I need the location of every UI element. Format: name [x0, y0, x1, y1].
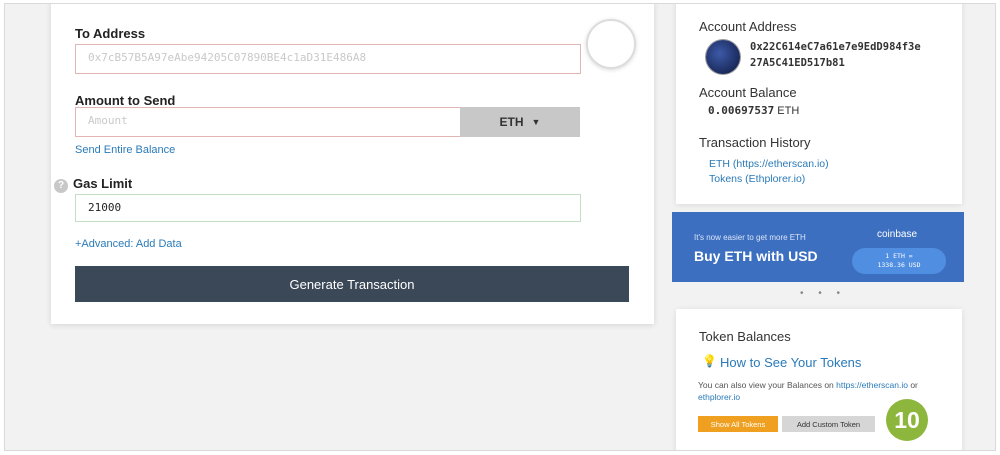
account-avatar	[706, 40, 740, 74]
address-identicon	[586, 19, 636, 69]
eth-rate-line1: 1 ETH =	[885, 252, 913, 260]
eth-rate-line2: 1338.36 USD	[877, 261, 921, 269]
account-balance-label: Account Balance	[699, 85, 797, 100]
gas-limit-input[interactable]: 21000	[75, 194, 581, 222]
account-balance-unit: ETH	[777, 105, 800, 117]
account-address-line1: 0x22C614eC7a61e7e9EdD984f3e	[750, 41, 921, 53]
send-entire-balance-link[interactable]: Send Entire Balance	[75, 144, 175, 156]
lightbulb-icon: 💡	[702, 354, 717, 368]
promo-headline: Buy ETH with USD	[694, 248, 818, 264]
how-to-see-tokens-link[interactable]: How to See Your Tokens	[720, 355, 861, 370]
coinbase-logo: coinbase	[877, 229, 918, 240]
account-address-label: Account Address	[699, 19, 797, 34]
generate-transaction-label: Generate Transaction	[289, 276, 415, 292]
etherscan-link[interactable]: https://etherscan.io	[836, 380, 908, 390]
transaction-history-label: Transaction History	[699, 135, 811, 150]
help-icon[interactable]: ?	[54, 179, 68, 193]
coinbase-promo-banner[interactable]: It's now easier to get more ETH Buy ETH …	[672, 212, 964, 282]
account-balance-value: 0.00697537	[708, 104, 775, 117]
gas-limit-label: Gas Limit	[73, 176, 133, 191]
account-address-value: 0x22C614eC7a61e7e9EdD984f3e 27A5C41ED517…	[750, 39, 950, 71]
add-custom-token-button[interactable]: Add Custom Token	[782, 416, 875, 432]
history-link-ethplorer[interactable]: Tokens (Ethplorer.io)	[709, 173, 805, 185]
step-number-badge: 10	[886, 399, 928, 441]
advanced-add-data-link[interactable]: +Advanced: Add Data	[75, 238, 182, 250]
ethplorer-link[interactable]: ethplorer.io	[698, 392, 740, 402]
amount-input[interactable]: Amount	[75, 107, 461, 137]
carousel-dots[interactable]: • • •	[800, 288, 846, 299]
account-balance: 0.00697537 ETH	[708, 104, 799, 117]
desc-prefix: You can also view your Balances on	[698, 380, 837, 390]
to-address-label: To Address	[75, 26, 146, 41]
send-transaction-panel: To Address 0x7cB57B5A97eAbe94205C07890BE…	[51, 4, 654, 324]
account-info-panel: Account Address 0x22C614eC7a61e7e9EdD984…	[676, 4, 962, 204]
token-balances-heading: Token Balances	[699, 329, 791, 344]
currency-dropdown[interactable]: ETH ▼	[460, 107, 580, 137]
eth-rate-pill: 1 ETH = 1338.36 USD	[852, 248, 946, 274]
generate-transaction-button[interactable]: Generate Transaction	[75, 266, 629, 302]
amount-label: Amount to Send	[75, 93, 176, 108]
add-custom-token-label: Add Custom Token	[796, 419, 861, 429]
chevron-down-icon: ▼	[531, 117, 541, 127]
to-address-input[interactable]: 0x7cB57B5A97eAbe94205C07890BE4c1aD31E486…	[75, 44, 581, 74]
history-link-etherscan[interactable]: ETH (https://etherscan.io)	[709, 158, 829, 170]
promo-subtext: It's now easier to get more ETH	[694, 233, 806, 242]
show-all-tokens-label: Show All Tokens	[710, 419, 766, 429]
currency-dropdown-label: ETH	[499, 115, 524, 129]
desc-mid: or	[907, 380, 918, 390]
account-address-line2: 27A5C41ED517b81	[750, 57, 845, 69]
show-all-tokens-button[interactable]: Show All Tokens	[698, 416, 778, 432]
screenshot-frame: To Address 0x7cB57B5A97eAbe94205C07890BE…	[4, 3, 996, 451]
